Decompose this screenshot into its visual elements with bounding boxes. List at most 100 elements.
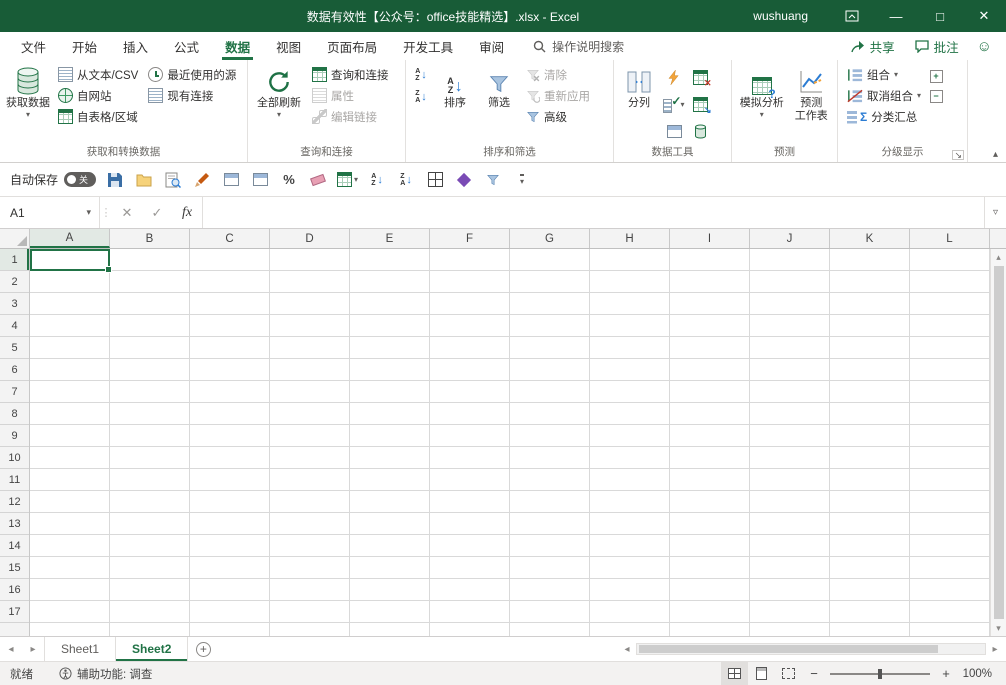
share-button[interactable]: 共享 [841, 37, 905, 56]
subtotal-button[interactable]: Σ 分类汇总 [841, 106, 926, 127]
row-header-5[interactable]: 5 [0, 337, 29, 359]
column-header-D[interactable]: D [270, 229, 350, 248]
row-header-3[interactable]: 3 [0, 293, 29, 315]
existing-connections-button[interactable]: 现有连接 [143, 85, 241, 106]
close-button[interactable]: ✕ [962, 0, 1006, 32]
tab-formulas[interactable]: 公式 [161, 32, 212, 60]
scroll-up-button[interactable]: ▴ [996, 249, 1001, 265]
column-header-K[interactable]: K [830, 229, 910, 248]
row-header-1[interactable]: 1 [0, 249, 29, 271]
enter-button[interactable]: ✓ [142, 197, 172, 228]
tab-file[interactable]: 文件 [8, 32, 59, 60]
print-preview-button[interactable] [163, 168, 183, 192]
column-header-G[interactable]: G [510, 229, 590, 248]
row-header-7[interactable]: 7 [0, 381, 29, 403]
horizontal-scroll-track[interactable] [636, 643, 986, 655]
tab-developer[interactable]: 开发工具 [390, 32, 466, 60]
forecast-sheet-button[interactable]: 预测 工作表 [788, 62, 834, 145]
sort-descending-button[interactable]: Z A ↓ [409, 86, 433, 108]
page-break-view-button[interactable] [775, 662, 802, 685]
autosave-toggle[interactable]: 关 [64, 172, 97, 187]
qat-filter-button[interactable] [483, 168, 503, 192]
tab-home[interactable]: 开始 [59, 32, 110, 60]
table-style-dropdown-button[interactable]: ▾ [337, 168, 358, 192]
scroll-right-button[interactable]: ▸ [986, 644, 1004, 655]
sheet-nav-left-icon[interactable]: ◂ [0, 637, 22, 661]
reapply-button[interactable]: 重新应用 [521, 85, 595, 106]
horizontal-scroll-thumb[interactable] [639, 645, 939, 653]
flash-fill-button[interactable] [667, 70, 681, 85]
from-web-button[interactable]: 自网站 [53, 85, 143, 106]
column-header-I[interactable]: I [670, 229, 750, 248]
tab-insert[interactable]: 插入 [110, 32, 161, 60]
borders-button[interactable] [425, 168, 445, 192]
row-header-4[interactable]: 4 [0, 315, 29, 337]
zoom-slider[interactable] [830, 668, 930, 679]
normal-view-button[interactable] [721, 662, 748, 685]
qat-sort-ascending-button[interactable]: A Z ↓ [367, 168, 387, 192]
tab-review[interactable]: 审阅 [466, 32, 517, 60]
row-header-11[interactable]: 11 [0, 469, 29, 491]
sort-button[interactable]: A Z ↓ 排序 [433, 62, 477, 145]
row-header-16[interactable]: 16 [0, 579, 29, 601]
column-header-L[interactable]: L [910, 229, 990, 248]
scroll-down-button[interactable]: ▾ [996, 620, 1001, 636]
name-box[interactable]: A1 ▾ [0, 197, 100, 228]
scroll-left-button[interactable]: ◂ [618, 644, 636, 655]
new-sheet-button[interactable]: + [188, 637, 218, 661]
horizontal-scrollbar[interactable]: ◂ ▸ [618, 637, 1006, 661]
cancel-button[interactable]: ✕ [112, 197, 142, 228]
eraser-button[interactable] [308, 168, 328, 192]
collapse-ribbon-button[interactable]: ▴ [993, 149, 998, 160]
sheet-tab-sheet1[interactable]: Sheet1 [44, 637, 117, 661]
zoom-slider-thumb[interactable] [878, 668, 882, 679]
what-if-analysis-button[interactable]: ? 模拟分析 ▾ [735, 62, 788, 145]
accessibility-status[interactable]: 辅助功能: 调查 [49, 666, 162, 682]
column-header-F[interactable]: F [430, 229, 510, 248]
remove-duplicates-button[interactable]: ✕ [692, 70, 712, 88]
clear-filter-button[interactable]: 清除 [521, 64, 595, 85]
row-header-15[interactable]: 15 [0, 557, 29, 579]
page-layout-view-button[interactable] [748, 662, 775, 685]
split-window-button[interactable] [250, 168, 270, 192]
row-header-6[interactable]: 6 [0, 359, 29, 381]
column-header-B[interactable]: B [110, 229, 190, 248]
consolidate-button[interactable]: ↘ [692, 97, 712, 115]
minimize-button[interactable]: — [874, 0, 918, 32]
freeze-panes-button[interactable] [221, 168, 241, 192]
column-header-H[interactable]: H [590, 229, 670, 248]
format-painter-button[interactable] [192, 168, 212, 192]
data-validation-button[interactable]: ✓ ▾ [663, 94, 685, 113]
row-header-9[interactable]: 9 [0, 425, 29, 447]
row-header-8[interactable]: 8 [0, 403, 29, 425]
comments-button[interactable]: 批注 [905, 37, 969, 56]
queries-connections-button[interactable]: 查询和连接 [307, 64, 394, 85]
ungroup-button[interactable]: 取消组合 ▾ [841, 85, 926, 106]
edit-links-button[interactable]: 编辑链接 [307, 106, 394, 127]
expand-formula-bar-button[interactable]: ▿ [984, 197, 1006, 228]
filter-ribbon-button[interactable]: 筛选 [477, 62, 521, 145]
from-text-csv-button[interactable]: 从文本/CSV [53, 64, 143, 85]
select-all-button[interactable] [0, 229, 30, 248]
relationships-button[interactable] [666, 125, 682, 138]
column-header-C[interactable]: C [190, 229, 270, 248]
vertical-scroll-thumb[interactable] [993, 266, 1004, 619]
row-header-17[interactable]: 17 [0, 601, 29, 623]
zoom-in-button[interactable]: + [934, 666, 958, 681]
row-header-13[interactable]: 13 [0, 513, 29, 535]
qat-sort-descending-button[interactable]: Z A ↓ [396, 168, 416, 192]
row-header-10[interactable]: 10 [0, 447, 29, 469]
ribbon-display-options-button[interactable] [830, 0, 874, 32]
save-button[interactable] [105, 168, 125, 192]
insert-function-button[interactable]: fx [172, 197, 202, 228]
row-header-14[interactable]: 14 [0, 535, 29, 557]
tab-data[interactable]: 数据 [212, 32, 263, 60]
format-diamond-button[interactable] [454, 168, 474, 192]
row-header-2[interactable]: 2 [0, 271, 29, 293]
properties-button[interactable]: 属性 [307, 85, 394, 106]
sheet-tab-sheet2[interactable]: Sheet2 [116, 637, 189, 661]
maximize-button[interactable]: □ [918, 0, 962, 32]
name-box-dropdown-icon[interactable]: ▾ [78, 207, 91, 218]
sort-ascending-button[interactable]: A Z ↓ [409, 64, 433, 86]
zoom-out-button[interactable]: − [802, 666, 826, 681]
